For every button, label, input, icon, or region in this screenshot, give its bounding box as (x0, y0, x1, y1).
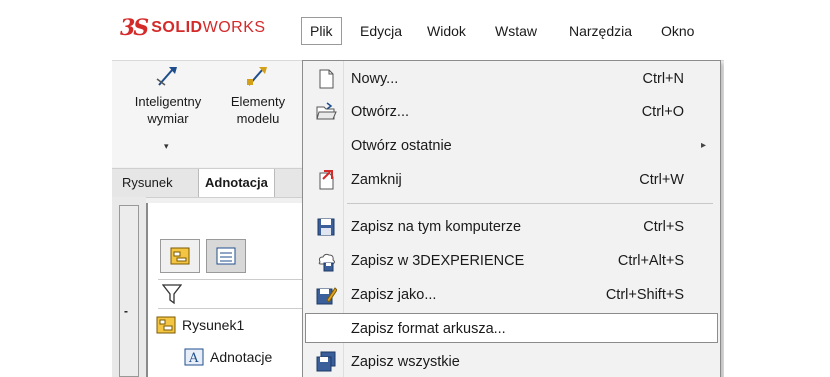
save-disk-icon (317, 218, 335, 236)
drawing-icon (156, 316, 176, 334)
smart-dimension-button[interactable]: Inteligentny wymiar (122, 65, 214, 127)
menu-item-label: Zapisz w 3DEXPERIENCE (351, 253, 525, 269)
shortcut-label: Ctrl+N (642, 71, 685, 87)
tree-node-label: Rysunek1 (182, 317, 245, 333)
menu-item-label: Zapisz jako... (351, 287, 437, 303)
menu-item-zapisz-komputer[interactable]: Zapisz na tym komputerze Ctrl+S (303, 212, 718, 242)
tree-node-rysunek1[interactable]: Rysunek1 (156, 316, 244, 334)
smart-dimension-label-1: Inteligentny (134, 94, 202, 109)
svg-text:A: A (188, 351, 199, 366)
menu-edycja[interactable]: Edycja (352, 17, 410, 45)
property-manager-tab[interactable] (206, 239, 246, 273)
menu-item-otworz[interactable]: Otwórz... Ctrl+O (303, 97, 718, 127)
menu-item-label: Nowy... (351, 71, 399, 87)
submenu-arrow-icon: ▸ (700, 140, 706, 151)
menu-item-otworz-ostatnie[interactable]: Otwórz ostatnie ▸ (303, 131, 718, 161)
command-manager: Inteligentny wymiar Elementy modelu ▾ (112, 61, 302, 167)
menu-item-nowy[interactable]: Nowy... Ctrl+N (303, 64, 718, 94)
solidworks-logo: 3S SOLID WORKS (120, 14, 266, 42)
dock-collapse-label: - (124, 304, 128, 318)
feature-manager-icon (170, 247, 190, 265)
model-items-button[interactable]: Elementy modelu (220, 65, 296, 127)
smart-dimension-icon (156, 67, 177, 86)
panel-dock-bar[interactable]: - (119, 205, 139, 377)
dropdown-caret-icon[interactable]: ▾ (164, 141, 169, 152)
menu-separator (347, 203, 713, 204)
menu-item-label: Otwórz... (351, 104, 410, 120)
tab-rysunek[interactable]: Rysunek (116, 169, 179, 197)
menu-wstaw[interactable]: Wstaw (487, 17, 545, 45)
menu-item-label: Zapisz na tym komputerze (351, 219, 522, 235)
command-tabs: Rysunek Adnotacja (112, 168, 302, 198)
tree-node-label: Adnotacje (210, 349, 273, 365)
annotation-icon: A (184, 348, 204, 366)
menu-okno[interactable]: Okno (653, 17, 702, 45)
menu-widok[interactable]: Widok (419, 17, 474, 45)
logo-works-text: WORKS (202, 19, 266, 36)
model-items-icon (247, 67, 267, 86)
menu-item-label: Zamknij (351, 172, 402, 188)
filter-row (158, 279, 308, 309)
file-menu-dropdown: Nowy... Ctrl+N Otwórz... Ctrl+O Otwórz o… (302, 60, 721, 377)
menu-item-zamknij[interactable]: Zamknij Ctrl+W (303, 165, 718, 195)
menu-narzedzia[interactable]: Narzędzia (561, 17, 640, 45)
save-all-icon (316, 351, 336, 372)
tab-adnotacja[interactable]: Adnotacja (198, 169, 275, 197)
feature-manager-tab[interactable] (160, 239, 200, 273)
tree-tab-strip (160, 239, 246, 275)
menu-item-label: Otwórz ostatnie (351, 138, 452, 154)
menu-item-zapisz-3dexperience[interactable]: Zapisz w 3DEXPERIENCE Ctrl+Alt+S (303, 246, 718, 276)
menu-item-zapisz-format-arkusza[interactable]: Zapisz format arkusza... (305, 313, 718, 343)
property-manager-icon (216, 247, 236, 265)
filter-icon[interactable] (162, 283, 182, 305)
shortcut-label: Ctrl+S (643, 219, 684, 235)
close-document-icon (319, 170, 334, 190)
solidworks-window: 3S SOLID WORKS Plik Edycja Widok Wstaw Na… (112, 0, 724, 377)
model-items-label-2: modelu (236, 111, 280, 126)
tree-node-adnotacje[interactable]: A Adnotacje (184, 348, 272, 366)
shortcut-label: Ctrl+Shift+S (605, 287, 684, 303)
ds-logo-mark: 3S (120, 15, 149, 41)
new-document-icon (319, 69, 334, 89)
logo-solid-text: SOLID (151, 19, 203, 36)
model-items-label-1: Elementy (230, 94, 286, 109)
menu-item-label: Zapisz format arkusza... (351, 321, 506, 337)
smart-dimension-label-2: wymiar (147, 111, 189, 126)
menu-bar: 3S SOLID WORKS Plik Edycja Widok Wstaw Na… (112, 0, 724, 61)
shortcut-label: Ctrl+O (641, 104, 684, 120)
shortcut-label: Ctrl+Alt+S (617, 253, 684, 269)
shortcut-label: Ctrl+W (639, 172, 684, 188)
save-as-icon (316, 287, 337, 305)
menu-item-label: Zapisz wszystkie (351, 354, 460, 370)
menu-plik[interactable]: Plik (301, 17, 342, 45)
open-folder-icon (316, 102, 337, 120)
feature-tree-panel: Rysunek1 A Adnotacje (146, 203, 308, 377)
menu-item-zapisz-jako[interactable]: Zapisz jako... Ctrl+Shift+S (303, 280, 718, 310)
save-cloud-icon (318, 253, 335, 272)
menu-item-zapisz-wszystkie[interactable]: Zapisz wszystkie (303, 347, 718, 377)
